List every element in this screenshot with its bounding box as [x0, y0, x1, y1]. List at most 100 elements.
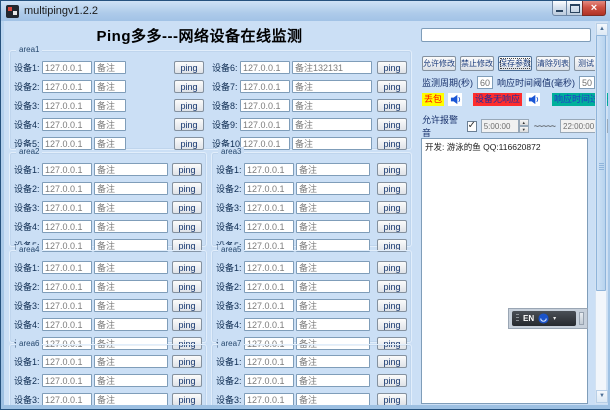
save-params-button[interactable]: 保存参数	[498, 56, 532, 71]
ping-button[interactable]: ping	[377, 80, 407, 93]
ip-input[interactable]	[244, 355, 294, 368]
ping-button[interactable]: ping	[174, 61, 205, 74]
packet-loss-speaker-icon[interactable]	[448, 93, 463, 106]
ip-input[interactable]	[244, 299, 294, 312]
ping-button[interactable]: ping	[377, 393, 407, 405]
language-bar-menu-button[interactable]	[579, 312, 584, 325]
ping-button[interactable]: ping	[377, 163, 407, 176]
ping-button[interactable]: ping	[172, 182, 202, 195]
ip-input[interactable]	[244, 261, 294, 274]
language-indicator[interactable]: EN	[523, 314, 534, 323]
ping-button[interactable]: ping	[172, 201, 202, 214]
remark-input[interactable]	[296, 374, 370, 387]
ip-input[interactable]	[42, 80, 92, 93]
ping-button[interactable]: ping	[172, 393, 202, 405]
ip-input[interactable]	[244, 163, 294, 176]
ip-input[interactable]	[42, 318, 92, 331]
status-field[interactable]	[421, 28, 591, 42]
ip-input[interactable]	[42, 118, 92, 131]
spin-down-icon[interactable]: ▼	[518, 126, 529, 133]
remark-input[interactable]	[94, 182, 168, 195]
remark-input[interactable]	[94, 118, 126, 131]
ping-button[interactable]: ping	[377, 182, 407, 195]
remark-input[interactable]	[292, 80, 373, 93]
remark-input[interactable]	[94, 220, 168, 233]
remark-input[interactable]	[292, 118, 373, 131]
ip-input[interactable]	[240, 99, 291, 112]
alarm-enabled-checkbox[interactable]	[466, 120, 477, 132]
clear-list-button[interactable]: 清除列表	[536, 56, 570, 71]
remark-input[interactable]	[296, 182, 370, 195]
ip-input[interactable]	[244, 220, 294, 233]
remark-input[interactable]	[94, 80, 126, 93]
remark-input[interactable]	[94, 137, 126, 150]
remark-input[interactable]	[94, 99, 126, 112]
ping-button[interactable]: ping	[172, 374, 202, 387]
remark-input[interactable]	[94, 355, 168, 368]
log-area[interactable]: 开发: 游泳的鱼 QQ:116620872	[421, 138, 588, 404]
ping-button[interactable]: ping	[172, 220, 202, 233]
remark-input[interactable]	[296, 201, 370, 214]
ping-button[interactable]: ping	[377, 220, 407, 233]
ip-input[interactable]	[42, 163, 92, 176]
remark-input[interactable]	[94, 393, 168, 405]
alarm-end-input[interactable]	[560, 119, 598, 133]
ping-button[interactable]: ping	[174, 80, 205, 93]
titlebar[interactable]: multipingv1.2.2 ×	[1, 1, 610, 21]
remark-input[interactable]	[94, 280, 168, 293]
ip-input[interactable]	[42, 99, 92, 112]
ime-icon[interactable]	[538, 313, 549, 324]
ip-input[interactable]	[42, 299, 92, 312]
remark-input[interactable]	[292, 61, 373, 74]
minimize-button[interactable]	[552, 1, 567, 16]
scroll-down-icon[interactable]: ▼	[596, 390, 608, 403]
ip-input[interactable]	[42, 355, 92, 368]
ping-button[interactable]: ping	[377, 355, 407, 368]
ping-button[interactable]: ping	[172, 318, 202, 331]
ping-button[interactable]: ping	[377, 99, 407, 112]
response-threshold-input[interactable]	[579, 76, 595, 89]
remark-input[interactable]	[94, 318, 168, 331]
maximize-button[interactable]	[567, 1, 582, 16]
ping-button[interactable]: ping	[377, 374, 407, 387]
remark-input[interactable]	[94, 163, 168, 176]
ping-button[interactable]: ping	[377, 261, 407, 274]
ping-button[interactable]: ping	[172, 261, 202, 274]
ip-input[interactable]	[244, 393, 294, 405]
monitor-period-input[interactable]	[477, 76, 493, 89]
ping-button[interactable]: ping	[377, 318, 407, 331]
remark-input[interactable]	[94, 61, 126, 74]
ip-input[interactable]	[42, 280, 92, 293]
ping-button[interactable]: ping	[377, 299, 407, 312]
ping-button[interactable]: ping	[174, 99, 205, 112]
remark-input[interactable]	[296, 355, 370, 368]
ip-input[interactable]	[42, 261, 92, 274]
ip-input[interactable]	[42, 182, 92, 195]
ping-button[interactable]: ping	[377, 118, 407, 131]
remark-input[interactable]	[292, 99, 373, 112]
ping-button[interactable]: ping	[174, 118, 205, 131]
window-scrollbar[interactable]: ▲ ▼	[595, 22, 608, 404]
ip-input[interactable]	[42, 61, 92, 74]
remark-input[interactable]	[296, 261, 370, 274]
ip-input[interactable]	[244, 201, 294, 214]
ip-input[interactable]	[240, 80, 291, 93]
remark-input[interactable]	[296, 318, 370, 331]
no-response-speaker-icon[interactable]	[526, 93, 541, 106]
ping-button[interactable]: ping	[172, 280, 202, 293]
spin-up-icon[interactable]: ▲	[518, 119, 529, 126]
allow-modify-button[interactable]: 允许修改	[422, 56, 456, 71]
remark-input[interactable]	[94, 261, 168, 274]
forbid-modify-button[interactable]: 禁止修改	[460, 56, 494, 71]
remark-input[interactable]	[296, 163, 370, 176]
remark-input[interactable]	[296, 220, 370, 233]
ip-input[interactable]	[244, 318, 294, 331]
ping-button[interactable]: ping	[172, 299, 202, 312]
ping-button[interactable]: ping	[377, 61, 407, 74]
ip-input[interactable]	[42, 201, 92, 214]
remark-input[interactable]	[292, 137, 373, 150]
language-bar[interactable]: EN ▾	[508, 308, 588, 329]
ping-button[interactable]: ping	[172, 355, 202, 368]
ping-button[interactable]: ping	[377, 137, 407, 150]
ip-input[interactable]	[42, 220, 92, 233]
